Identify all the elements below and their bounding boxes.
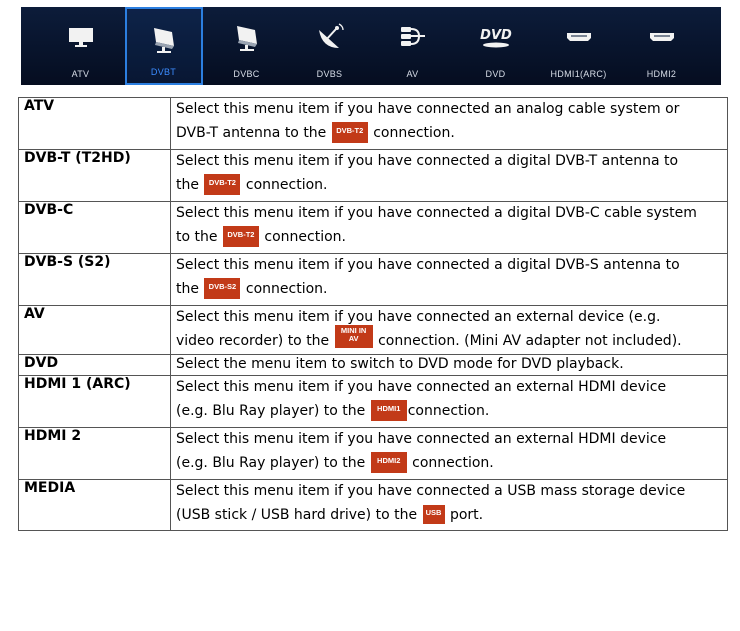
table-row: MEDIA Select this menu item if you have …: [18, 479, 728, 531]
source-label: DVBT: [150, 67, 177, 77]
hdmi1-port-badge: HDMI1: [370, 400, 407, 421]
table-row: DVB-C Select this menu item if you have …: [18, 201, 728, 254]
row-description: Select this menu item if you have connec…: [170, 201, 728, 254]
row-description: Select this menu item if you have connec…: [170, 305, 728, 355]
av-cable-icon: [400, 27, 425, 46]
dvb-s2-port-badge: DVB-S2: [204, 278, 241, 299]
row-key: MEDIA: [18, 479, 171, 531]
row-key: HDMI 2: [18, 427, 171, 480]
table-row: DVB-T (T2HD) Select this menu item if yo…: [18, 149, 728, 202]
dvd-logo-icon: DVD: [480, 28, 512, 48]
source-dvbt[interactable]: DVBT: [124, 7, 203, 85]
table-row: AV Select this menu item if you have con…: [18, 305, 728, 355]
row-key: DVB-S (S2): [18, 253, 171, 306]
source-dvbc[interactable]: DVBC: [208, 7, 286, 85]
row-description: Select this menu item if you have connec…: [170, 479, 728, 531]
source-av[interactable]: AV: [374, 7, 452, 85]
row-key: ATV: [18, 97, 171, 150]
dvb-t2-port-badge: DVB-T2: [331, 122, 368, 143]
row-description: Select this menu item if you have connec…: [170, 375, 728, 428]
source-dvd[interactable]: DVD DVD: [457, 7, 535, 85]
hdmi-connector-icon: [566, 33, 591, 41]
table-row: ATV Select this menu item if you have co…: [18, 97, 728, 150]
source-atv[interactable]: ATV: [42, 7, 120, 85]
hdmi2-port-badge: HDMI2: [370, 452, 407, 473]
svg-text:DVD: DVD: [480, 28, 512, 43]
source-label: DVBS: [316, 69, 343, 79]
usb-port-badge: USB: [422, 505, 445, 524]
mini-av-port-badge: MINI IN AV: [334, 325, 373, 348]
table-row: HDMI 1 (ARC) Select this menu item if yo…: [18, 375, 728, 428]
source-selection-bar: ATV DVBT DVBC DVBS AV DVD DVD HDMI1(ARC)…: [21, 7, 721, 85]
row-key: DVB-T (T2HD): [18, 149, 171, 202]
row-description: Select this menu item if you have connec…: [170, 253, 728, 306]
row-description: Select this menu item if you have connec…: [170, 427, 728, 480]
hdmi-connector-icon: [649, 33, 674, 41]
row-key: HDMI 1 (ARC): [18, 375, 171, 428]
row-key: AV: [18, 305, 171, 355]
table-row: HDMI 2 Select this menu item if you have…: [18, 427, 728, 480]
row-description: Select the menu item to switch to DVD mo…: [170, 354, 728, 376]
antenna-tv-icon: [153, 28, 174, 53]
row-description: Select this menu item if you have connec…: [170, 97, 728, 150]
source-label: AV: [406, 69, 419, 79]
source-label: HDMI1(ARC): [550, 69, 607, 79]
source-label: DVBC: [233, 69, 260, 79]
row-description: Select this menu item if you have connec…: [170, 149, 728, 202]
table-row: DVB-S (S2) Select this menu item if you …: [18, 253, 728, 306]
dvb-t2-port-badge: DVB-T2: [204, 174, 241, 195]
source-description-table: ATV Select this menu item if you have co…: [18, 97, 728, 531]
row-key: DVD: [18, 354, 171, 376]
source-hdmi1[interactable]: HDMI1(ARC): [540, 7, 618, 85]
row-key: DVB-C: [18, 201, 171, 254]
tv-icon: [68, 28, 93, 47]
source-label: ATV: [71, 69, 90, 79]
dvb-t2-port-badge: DVB-T2: [222, 226, 259, 247]
table-row: DVD Select the menu item to switch to DV…: [18, 354, 728, 376]
satellite-dish-icon: [318, 23, 344, 48]
source-hdmi2[interactable]: HDMI2: [623, 7, 701, 85]
cable-tv-icon: [236, 26, 257, 51]
source-label: HDMI2: [646, 69, 677, 79]
source-dvbs[interactable]: DVBS: [291, 7, 369, 85]
source-label: DVD: [485, 69, 506, 79]
